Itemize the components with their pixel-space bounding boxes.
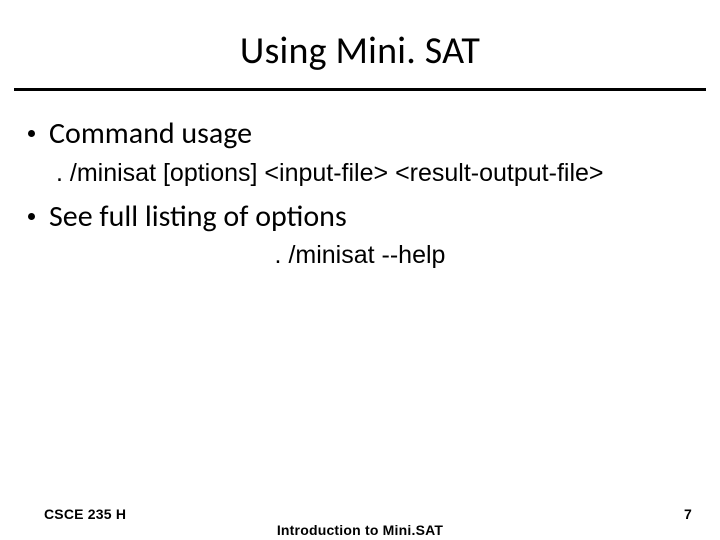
bullet-dot-icon: [28, 213, 35, 220]
footer-course: CSCE 235 H: [44, 506, 126, 522]
bullet-dot-icon: [28, 130, 35, 137]
command-usage-line: . /minisat [options] <input-file> <resul…: [24, 159, 696, 188]
footer-page-number: 7: [684, 506, 692, 522]
bullet-item: Command usage: [24, 115, 696, 153]
bullet-text: Command usage: [49, 115, 252, 153]
footer-title: Introduction to Mini.SAT: [0, 522, 720, 538]
bullet-item: See full listing of options: [24, 198, 696, 236]
slide: Using Mini. SAT Command usage . /minisat…: [0, 0, 720, 540]
slide-title: Using Mini. SAT: [0, 0, 720, 88]
slide-body: Command usage . /minisat [options] <inpu…: [0, 91, 720, 270]
bullet-text: See full listing of options: [49, 198, 347, 236]
command-help-line: . /minisat --help: [24, 241, 696, 270]
